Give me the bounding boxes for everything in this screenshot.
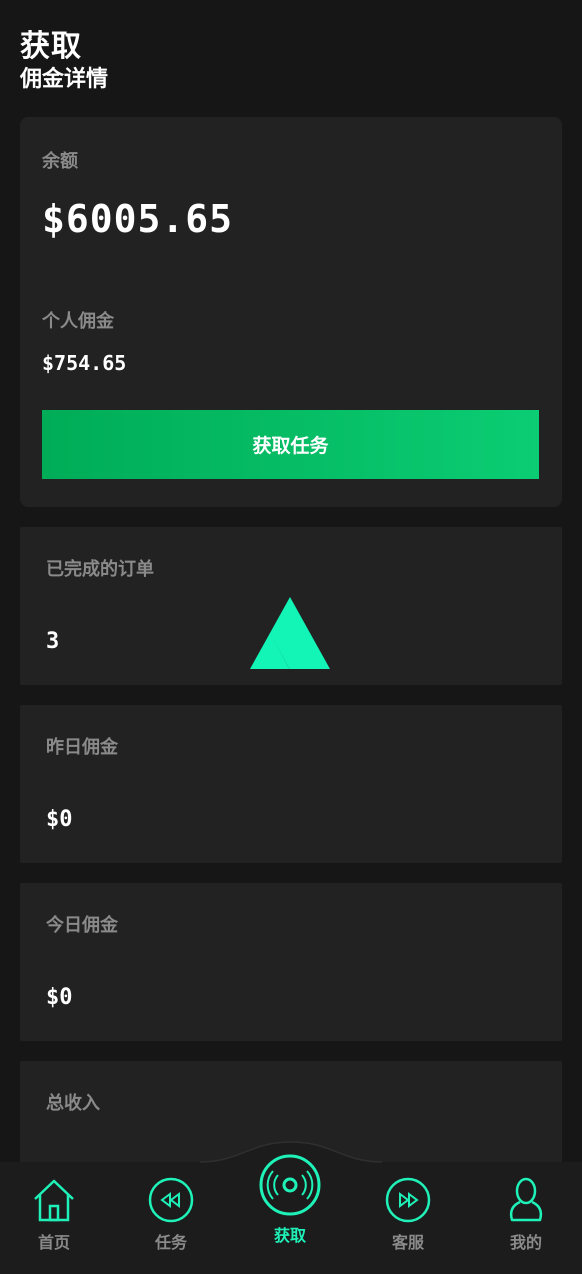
nav-item-support[interactable]: 客服 [363,1175,453,1253]
page-subtitle: 佣金详情 [20,67,109,92]
today-commission-card: 今日佣金 $0 [20,883,562,1041]
nav-label: 我的 [509,1233,542,1252]
nav-item-tasks[interactable]: 任务 [126,1175,216,1253]
nav-item-mine[interactable]: 我的 [481,1175,571,1253]
stat-label: 已完成的订单 [46,559,154,580]
commission-label: 个人佣金 [42,311,114,332]
stat-label: 昨日佣金 [46,737,118,758]
page-title: 获取 [20,29,82,64]
nav-label: 客服 [391,1233,424,1252]
rewind-icon [148,1177,194,1223]
yesterday-commission-card: 昨日佣金 $0 [20,705,562,863]
stat-label: 总收入 [46,1093,100,1114]
home-icon [34,1179,74,1222]
stat-value: $0 [46,807,73,832]
user-icon [509,1177,543,1222]
nav-item-home[interactable]: 首页 [9,1175,99,1253]
get-task-button[interactable]: 获取任务 [42,410,539,479]
nav-label: 获取 [273,1226,306,1245]
fast-forward-icon [385,1177,431,1223]
disc-icon [259,1154,321,1216]
balance-label: 余额 [42,151,78,172]
stat-label: 今日佣金 [46,915,118,936]
balance-value: $6005.65 [42,197,234,241]
nav-item-get[interactable]: 获取 [245,1152,335,1246]
commission-value: $754.65 [42,351,127,375]
nav-label: 首页 [37,1233,70,1252]
balance-card: 余额 $6005.65 个人佣金 $754.65 获取任务 [20,117,562,507]
nav-label: 任务 [154,1233,187,1252]
page-header: 获取 佣金详情 [20,28,108,94]
stat-value: $0 [46,985,73,1010]
triangle-logo-icon [250,597,330,669]
